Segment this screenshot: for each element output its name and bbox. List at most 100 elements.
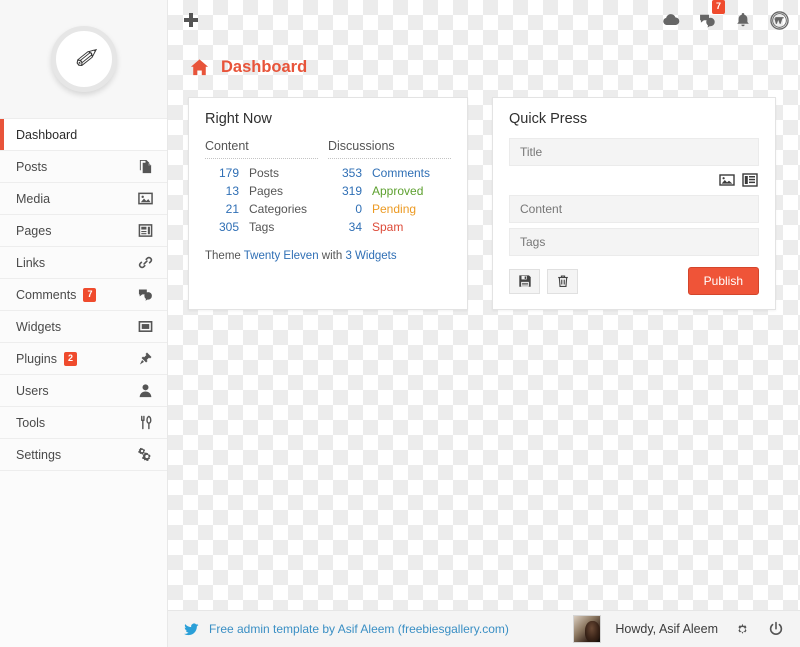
sidebar-badge-comments: 7 (83, 287, 97, 302)
table-row[interactable]: 13 Pages (205, 184, 318, 198)
content-count[interactable]: 305 (205, 220, 239, 234)
sidebar-item-tools[interactable]: Tools (0, 407, 167, 439)
sidebar-item-plugins[interactable]: Plugins 2 (0, 343, 167, 375)
users-icon (137, 383, 153, 399)
content-column: Content 179 Posts 13 Pages 21 Categories… (205, 139, 328, 238)
add-image-icon[interactable] (718, 171, 736, 189)
sidebar-item-settings[interactable]: Settings (0, 439, 167, 471)
publish-button[interactable]: Publish (687, 267, 759, 295)
sidebar-item-links[interactable]: Links (0, 247, 167, 279)
sidebar-item-label: Pages (16, 223, 52, 238)
theme-prefix-label: Theme (205, 250, 241, 262)
sidebar-item-pages[interactable]: Pages (0, 215, 167, 247)
page-title-text: Dashboard (221, 58, 308, 76)
posts-icon (137, 159, 153, 175)
add-media-list-icon[interactable] (741, 171, 759, 189)
quick-press-title-input[interactable]: Title (509, 138, 759, 166)
table-row[interactable]: 319 Approved (328, 184, 451, 198)
page-title: Dashboard (190, 58, 307, 77)
theme-widgets-link[interactable]: 3 Widgets (345, 250, 396, 262)
tools-icon (137, 415, 153, 431)
add-new-icon[interactable] (180, 9, 202, 31)
right-now-columns: Content 179 Posts 13 Pages 21 Categories… (189, 127, 467, 238)
table-row[interactable]: 353 Comments (328, 166, 451, 180)
quick-press-tags-input[interactable]: Tags (509, 228, 759, 256)
discussion-label[interactable]: Pending (372, 202, 416, 216)
twitter-icon[interactable] (184, 622, 199, 637)
discussions-column-header: Discussions (328, 139, 451, 159)
settings-icon (137, 447, 153, 463)
table-row[interactable]: 179 Posts (205, 166, 318, 180)
quick-press-actions: Publish (509, 267, 759, 295)
home-icon (190, 58, 209, 77)
right-now-panel: Right Now Content 179 Posts 13 Pages 21 … (188, 97, 468, 310)
table-row[interactable]: 305 Tags (205, 220, 318, 234)
content-count[interactable]: 179 (205, 166, 239, 180)
top-bar-actions: 7 (660, 0, 800, 31)
save-draft-button[interactable] (509, 268, 540, 294)
media-icon (137, 191, 153, 207)
admin-dashboard-page: ✐ Dashboard Posts Media Pages Links Comm… (0, 0, 800, 647)
table-row[interactable]: 0 Pending (328, 202, 451, 216)
table-row[interactable]: 34 Spam (328, 220, 451, 234)
discussion-count[interactable]: 319 (328, 184, 362, 198)
quick-press-content-input[interactable]: Content (509, 195, 759, 223)
links-icon (137, 255, 153, 271)
theme-middle-label: with (321, 250, 343, 262)
gear-icon[interactable] (732, 619, 752, 639)
cloud-icon[interactable] (660, 9, 682, 31)
quick-press-panel: Quick Press Title Content Tags Publish (492, 97, 776, 310)
brand-logo-pen-icon[interactable]: ✐ (50, 26, 117, 92)
comments-icon (137, 287, 153, 303)
content-label[interactable]: Pages (249, 184, 283, 198)
discussion-count[interactable]: 353 (328, 166, 362, 180)
sidebar-item-media[interactable]: Media (0, 183, 167, 215)
sidebar-item-widgets[interactable]: Widgets (0, 311, 167, 343)
discussion-label[interactable]: Comments (372, 166, 430, 180)
table-row[interactable]: 21 Categories (205, 202, 318, 216)
sidebar: ✐ Dashboard Posts Media Pages Links Comm… (0, 0, 168, 647)
sidebar-item-label: Links (16, 255, 46, 270)
bell-icon[interactable] (732, 9, 754, 31)
sidebar-item-label: Tools (16, 415, 46, 430)
discussion-count[interactable]: 0 (328, 202, 362, 216)
wordpress-icon[interactable] (768, 9, 790, 31)
logo-glyph: ✐ (72, 43, 96, 75)
footer-credit-link[interactable]: Free admin template by Asif Aleem (freeb… (209, 622, 509, 636)
discussion-label[interactable]: Approved (372, 184, 423, 198)
avatar[interactable] (573, 615, 602, 643)
quick-press-title: Quick Press (509, 111, 588, 127)
footer-credit-area: Free admin template by Asif Aleem (freeb… (168, 622, 509, 637)
content-count[interactable]: 13 (205, 184, 239, 198)
widgets-icon (137, 319, 153, 335)
content-label[interactable]: Tags (249, 220, 274, 234)
sidebar-nav: Dashboard Posts Media Pages Links Commen… (0, 118, 167, 471)
theme-summary: Theme Twenty Eleven with 3 Widgets (189, 238, 467, 262)
sidebar-item-label: Settings (16, 447, 62, 462)
content-count[interactable]: 21 (205, 202, 239, 216)
sidebar-item-label: Widgets (16, 319, 62, 334)
sidebar-item-label: Dashboard (16, 127, 78, 142)
quick-press-form: Title Content Tags Publish (493, 127, 775, 295)
sidebar-item-label: Plugins (16, 351, 57, 366)
sidebar-item-dashboard[interactable]: Dashboard (0, 119, 167, 151)
right-now-title: Right Now (205, 111, 272, 127)
discussion-label[interactable]: Spam (372, 220, 403, 234)
reset-button[interactable] (547, 268, 578, 294)
sidebar-item-posts[interactable]: Posts (0, 151, 167, 183)
footer-user-area: Howdy, Asif Aleem (573, 615, 800, 643)
sidebar-item-users[interactable]: Users (0, 375, 167, 407)
theme-name-link[interactable]: Twenty Eleven (244, 250, 319, 262)
sidebar-badge-plugins: 2 (64, 351, 78, 366)
comments-icon[interactable]: 7 (696, 0, 725, 31)
sidebar-item-label: Posts (16, 159, 48, 174)
discussion-count[interactable]: 34 (328, 220, 362, 234)
howdy-label: Howdy, Asif Aleem (615, 622, 718, 636)
sidebar-item-comments[interactable]: Comments 7 (0, 279, 167, 311)
power-icon[interactable] (766, 619, 786, 639)
content-label[interactable]: Posts (249, 166, 279, 180)
sidebar-item-label: Media (16, 191, 51, 206)
content-label[interactable]: Categories (249, 202, 307, 216)
sidebar-item-label: Comments (16, 287, 77, 302)
logo-area: ✐ (0, 0, 167, 118)
